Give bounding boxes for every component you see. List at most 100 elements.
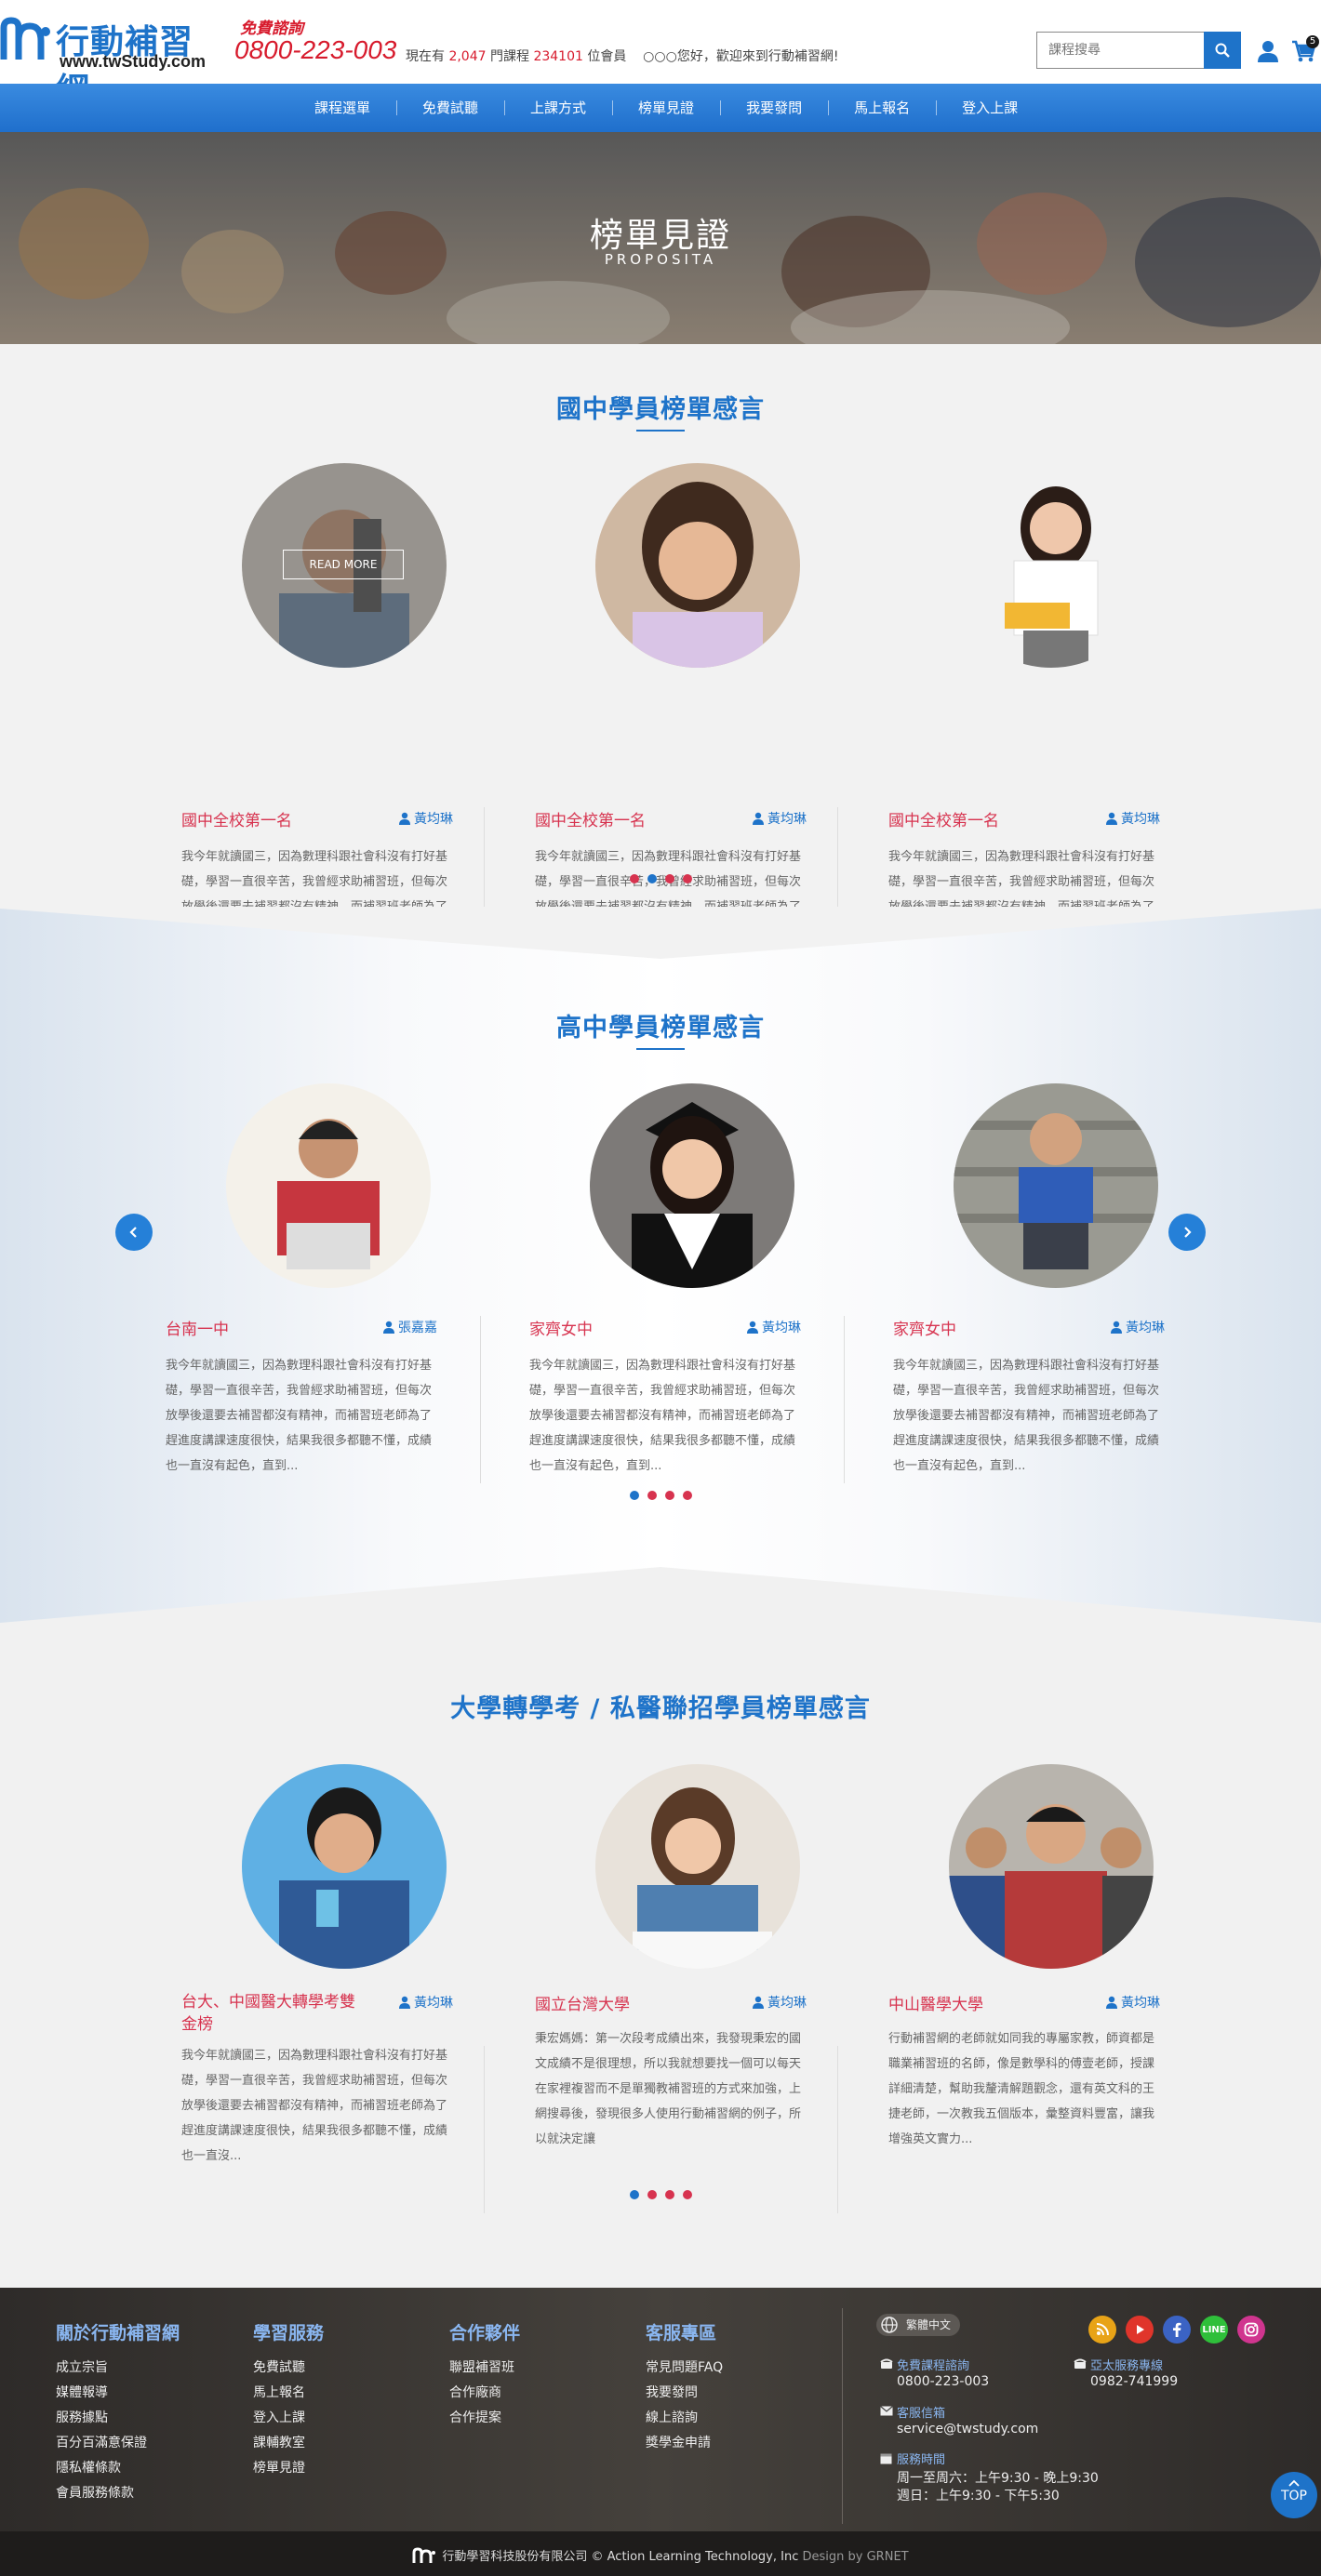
carousel-dot[interactable] [664,1491,674,1500]
footer-link[interactable]: 百分百滿意保證 [56,2431,180,2456]
student-photo[interactable] [595,463,800,668]
student-photo[interactable] [226,1083,431,1288]
footer-link[interactable]: 服務據點 [56,2406,180,2431]
footer-link[interactable]: 媒體報導 [56,2381,180,2406]
testimonial-card[interactable]: 國中全校第一名 黃均琳 我今年就讀國三，因為數理科跟社會科沒有打好基礎，學習一直… [535,463,823,964]
school-name: 國中全校第一名 [535,812,646,830]
nav-item-free-trial[interactable]: 免費試聽 [396,84,504,132]
student-portrait-image [242,1764,447,1969]
testimonial-card[interactable]: 國立台灣大學 黃均琳 秉宏媽媽：第一次段考成績出來，我發現秉宏的國文成績不是很理… [535,1764,823,2155]
senior-high-section: 高中學員榜單感言 台南一中 張嘉嘉 我今年就讀國三，因為數理科跟社會科沒有打好基… [0,907,1321,1623]
testimonial-card[interactable]: 台南一中 張嘉嘉 我今年就讀國三，因為數理科跟社會科沒有打好基礎，學習一直很辛苦… [166,1083,454,1474]
phone-icon [880,2358,893,2369]
carousel-prev-button[interactable] [115,1214,153,1251]
logo-mark-icon [0,17,50,60]
nav-item-login[interactable]: 登入上課 [936,84,1044,132]
school-name: 國立台灣大學 [535,1996,630,2014]
footer-link[interactable]: 聯盟補習班 [449,2356,520,2381]
footer-link[interactable]: 合作廠商 [449,2381,520,2406]
school-name: 國中全校第一名 [181,812,292,830]
read-more-button[interactable]: READ MORE [283,550,404,579]
footer-link[interactable]: 合作提案 [449,2406,520,2431]
nav-item-class-method[interactable]: 上課方式 [504,84,612,132]
carousel-dot[interactable] [682,1491,692,1500]
school-name: 國中全校第一名 [888,812,999,830]
student-photo[interactable] [242,1764,447,1969]
search-icon [1215,43,1230,58]
testimonial-card[interactable]: 家齊女中 黃均琳 我今年就讀國三，因為數理科跟社會科沒有打好基礎，學習一直很辛苦… [893,1083,1181,1474]
free-consult-number[interactable]: 0800-223-003 [897,2374,989,2389]
carousel-dot-active[interactable] [647,874,657,883]
section-title: 國中學員榜單感言 [556,395,765,424]
footer-link[interactable]: 隱私權條款 [56,2456,180,2481]
carousel-dot[interactable] [682,874,692,883]
apac-line-number[interactable]: 0982-741999 [1090,2374,1178,2389]
nav-item-course-menu[interactable]: 課程選單 [288,84,396,132]
phone-icon [1074,2358,1087,2369]
student-photo[interactable] [590,1083,794,1288]
footer-link[interactable]: 免費試聽 [253,2356,324,2381]
footer-link[interactable]: 登入上課 [253,2406,324,2431]
footer-link[interactable]: 榜單見證 [253,2456,324,2481]
facebook-icon[interactable] [1163,2316,1191,2344]
youtube-icon[interactable] [1126,2316,1154,2344]
design-credit[interactable]: Design by GRNET [803,2550,909,2564]
section-chevron-top [0,907,1321,959]
footer-link[interactable]: 成立宗旨 [56,2356,180,2381]
testimonial-text: 我今年就讀國三，因為數理科跟社會科沒有打好基礎，學習一直很辛苦，我曾經求助補習班… [529,1359,796,1473]
testimonial-card[interactable]: 國中全校第一名 黃均琳 我今年就讀國三，因為數理科跟社會科沒有打好基礎，學習一直… [888,463,1177,964]
student-photo[interactable] [954,1083,1158,1288]
copyright-bar: 行動學習科技股份有限公司 © Action Learning Technolog… [0,2531,1321,2576]
carousel-dot-active[interactable] [629,1491,639,1500]
footer-link[interactable]: 馬上報名 [253,2381,324,2406]
hotline-number[interactable]: 0800-223-003 [234,35,396,65]
carousel-dot[interactable] [664,874,674,883]
search-button[interactable] [1204,32,1241,69]
footer-link[interactable]: 我要發問 [646,2381,723,2406]
student-photo[interactable] [595,1764,800,1969]
student-photo[interactable] [949,463,1154,668]
carousel-dot[interactable] [682,2190,692,2199]
footer-link[interactable]: 課輔教室 [253,2431,324,2456]
testimonial-card[interactable]: 台大、中國醫大轉學考雙金榜 黃均琳 我今年就讀國三，因為數理科跟社會科沒有打好基… [181,1764,470,2163]
hero-banner: 榜單見證 PROPOSITA [0,132,1321,344]
author-name: 黃均琳 [1110,1318,1165,1336]
testimonial-card[interactable]: 家齊女中 黃均琳 我今年就讀國三，因為數理科跟社會科沒有打好基礎，學習一直很辛苦… [529,1083,818,1474]
site-header: 行動補習網 www.twStudy.com 免費諮詢 0800-223-003 … [0,0,1321,110]
back-to-top-button[interactable]: TOP [1271,2472,1317,2518]
blog-icon[interactable] [1088,2316,1116,2344]
carousel-dot[interactable] [629,874,639,883]
search-input[interactable] [1036,32,1204,69]
language-selector[interactable]: 繁體中文 [876,2314,960,2336]
carousel-dots [0,1491,1321,1500]
carousel-dot[interactable] [647,2190,657,2199]
student-photo[interactable] [949,1764,1154,1969]
author-name: 黃均琳 [398,809,453,828]
nav-item-register[interactable]: 馬上報名 [828,84,936,132]
carousel-dot[interactable] [647,1491,657,1500]
footer-link[interactable]: 會員服務條款 [56,2481,180,2506]
nav-item-ask[interactable]: 我要發問 [720,84,828,132]
testimonial-text: 我今年就讀國三，因為數理科跟社會科沒有打好基礎，學習一直很辛苦，我曾經求助補習班… [893,1359,1160,1473]
carousel-dot-active[interactable] [629,2190,639,2199]
student-photo[interactable]: READ MORE [242,463,447,668]
junior-high-section: 國中學員榜單感言 READ MORE 國中全校第一名 黃均琳 我今年就讀國三，因… [0,344,1321,975]
apac-line-label: 亞太服務專線 [1090,2359,1164,2373]
student-portrait-image [595,463,800,668]
footer-link[interactable]: 常見問題FAQ [646,2356,723,2381]
testimonial-text: 行動補習網的老師就如同我的專屬家教，師資都是職業補習班的名師，像是數學科的傅壹老… [888,2032,1155,2146]
user-icon[interactable] [1256,39,1280,63]
line-icon[interactable]: LINE [1200,2316,1228,2344]
email-address[interactable]: service@twstudy.com [897,2422,1038,2437]
section-title-underline [636,1048,685,1050]
testimonial-card[interactable]: 中山醫學大學 黃均琳 行動補習網的老師就如同我的專屬家教，師資都是職業補習班的名… [888,1764,1177,2155]
nav-item-testimonials[interactable]: 榜單見證 [612,84,720,132]
section-title: 高中學員榜單感言 [556,1014,765,1042]
carousel-dot[interactable] [664,2190,674,2199]
instagram-icon[interactable] [1237,2316,1265,2344]
footer-link[interactable]: 線上諮詢 [646,2406,723,2431]
testimonial-card[interactable]: READ MORE 國中全校第一名 黃均琳 我今年就讀國三，因為數理科跟社會科沒… [181,463,470,964]
footer-column-service: 客服專區 常見問題FAQ 我要發問 線上諮詢 獎學金申請 [646,2319,723,2456]
site-logo[interactable]: 行動補習網 www.twStudy.com [0,13,223,110]
footer-link[interactable]: 獎學金申請 [646,2431,723,2456]
